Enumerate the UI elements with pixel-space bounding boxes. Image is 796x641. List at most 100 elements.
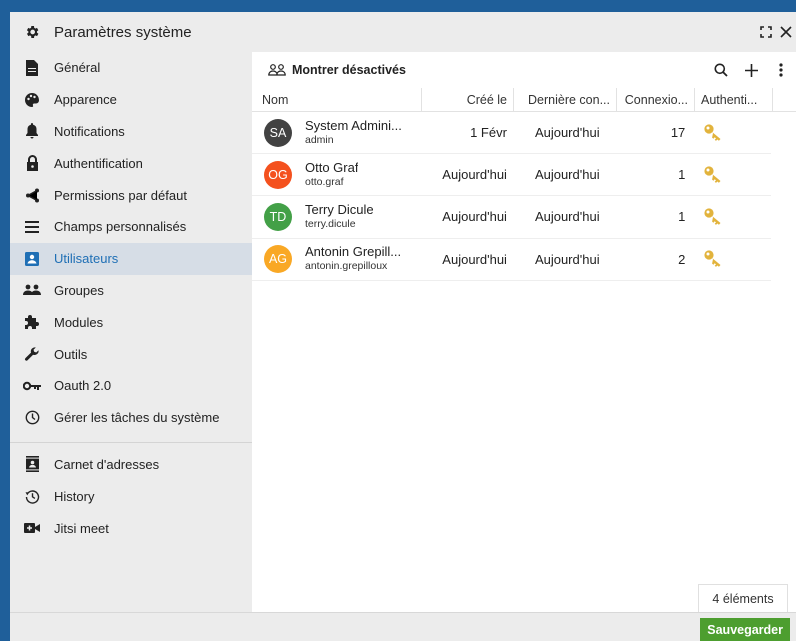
cell-logins: 2 [678,251,686,267]
table-row[interactable]: AG Antonin Grepill... antonin.grepilloux Au… [252,239,771,281]
users-panel: Montrer désactivés Nom Créé le Dernière … [252,52,796,612]
cell-authentication [693,196,771,238]
key-icon [704,208,721,225]
key-icon [704,166,721,183]
column-header-empty [773,88,796,112]
table-row[interactable]: OG Otto Graf otto.graf Aujourd'hui Aujourd'h… [252,154,771,197]
sidebar-item-carnet-adresses[interactable]: Carnet d'adresses [10,449,252,481]
sidebar-item-utilisateurs[interactable]: Utilisateurs [10,242,252,275]
table-row[interactable]: SA System Admini... admin 1 Févr Aujourd'hui… [252,112,771,155]
cell-logins: 1 [678,167,686,183]
cell-last-login: Aujourd'hui [534,251,600,267]
sidebar-item-label: Apparence [54,92,117,108]
sidebar-item-jitsi-meet[interactable]: Jitsi meet [10,512,252,544]
user-name: Terry Dicule [305,202,374,217]
cell-created: 1 Févr [470,125,507,141]
cell-authentication [693,238,771,280]
sidebar-item-label: Jitsi meet [54,520,109,536]
column-header-connexions[interactable]: Connexio... [617,87,695,112]
table-row[interactable]: TD Terry Dicule terry.dicule Aujourd'hui Auj… [252,196,771,239]
sidebar-item-champs-personnalises[interactable]: Champs personnalisés [10,211,252,243]
sidebar-item-label: Notifications [54,123,125,139]
cell-name: TD Terry Dicule terry.dicule [252,196,421,238]
sidebar-item-label: Utilisateurs [54,251,119,267]
sidebar-item-general[interactable]: Général [10,52,252,84]
video-icon [10,522,54,534]
sidebar-item-label: Oauth 2.0 [54,378,112,394]
more-menu-button[interactable] [766,52,796,88]
users-icon [268,64,286,76]
contacts-icon [10,456,54,473]
user-name: Otto Graf [305,160,359,175]
search-icon [714,63,728,77]
sidebar-item-label: History [54,488,95,504]
sidebar-item-notifications[interactable]: Notifications [10,116,252,148]
gear-icon [10,24,54,40]
sidebar-item-modules[interactable]: Modules [10,306,252,338]
cell-last-login: Aujourd'hui [534,209,600,225]
show-disabled-label: Montrer désactivés [292,63,406,77]
key-icon [704,123,721,141]
avatar: OG [264,160,292,189]
cell-logins: 1 [678,209,686,225]
cell-created: Aujourd'hui [442,167,507,183]
show-disabled-toggle[interactable]: Montrer désactivés [268,63,406,77]
cell-authentication [693,112,771,154]
user-name: System Admini... [305,118,402,133]
users-toolbar: Montrer désactivés [252,52,796,88]
avatar: SA [264,118,292,147]
plus-icon [744,63,758,77]
key-icon [10,381,54,391]
sidebar-item-label: Permissions par défaut [54,187,187,203]
sidebar-item-label: Gérer les tâches du système [54,410,220,426]
users-table-body: SA System Admini... admin 1 Févr Aujourd'hui… [252,112,796,281]
sidebar: Général Apparence Notifications Authenti… [10,52,252,612]
sidebar-item-groupes[interactable]: Groupes [10,275,252,307]
clock-icon [10,410,54,425]
column-header-cree-le[interactable]: Créé le [422,87,514,112]
puzzle-icon [10,314,54,330]
window-title: Paramètres système [54,23,192,41]
user-card-icon [10,251,54,266]
sidebar-item-oauth[interactable]: Oauth 2.0 [10,370,252,402]
sidebar-item-authentification[interactable]: Authentification [10,147,252,179]
cell-last-login: Aujourd'hui [534,167,600,183]
group-icon [10,284,54,296]
item-count: 4 éléments [698,584,788,612]
sidebar-item-label: Champs personnalisés [54,219,187,235]
column-header-nom[interactable]: Nom [252,87,422,112]
user-login: antonin.grepilloux [305,260,388,273]
user-login: terry.dicule [305,217,356,230]
sidebar-divider [10,441,252,443]
column-header-derniere-connexion[interactable]: Dernière con... [514,87,617,112]
key-icon [704,250,721,268]
search-button[interactable] [706,52,736,88]
window-titlebar: Paramètres système [10,12,796,52]
share-icon [10,188,54,203]
sidebar-item-label: Général [54,60,101,76]
table-header: Nom Créé le Dernière con... Connexio... … [252,87,796,112]
bell-icon [10,123,54,139]
column-header-authentification[interactable]: Authenti... [695,87,773,112]
sidebar-item-history[interactable]: History [10,480,252,512]
history-icon [10,489,54,504]
cell-created: Aujourd'hui [442,209,507,225]
save-button[interactable]: Sauvegarder [700,618,790,641]
more-vertical-icon [779,63,783,77]
window-footer: Sauvegarder [10,612,796,641]
cell-name: AG Antonin Grepill... antonin.grepilloux [252,238,421,280]
list-icon [10,220,54,233]
sidebar-item-taches-systeme[interactable]: Gérer les tâches du système [10,402,252,434]
cell-last-login: Aujourd'hui [534,125,600,141]
sidebar-item-permissions[interactable]: Permissions par défaut [10,179,252,211]
maximize-icon[interactable] [756,12,776,52]
sidebar-item-apparence[interactable]: Apparence [10,84,252,116]
palette-icon [10,92,54,108]
user-login: otto.graf [305,175,344,188]
sidebar-item-outils[interactable]: Outils [10,338,252,370]
sidebar-item-label: Groupes [54,282,104,298]
add-user-button[interactable] [736,52,766,88]
settings-window: Paramètres système Général Apparence Not… [10,12,796,641]
user-name: Antonin Grepill... [305,245,402,260]
close-icon[interactable] [776,12,796,52]
